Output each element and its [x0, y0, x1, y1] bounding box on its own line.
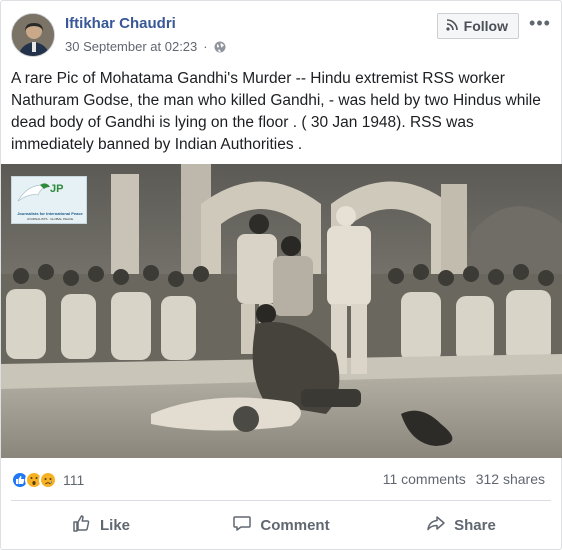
- logo-text: JP: [50, 183, 64, 195]
- follow-label: Follow: [463, 18, 508, 34]
- post-caption: A rare Pic of Mohatama Gandhi's Murder -…: [11, 70, 541, 153]
- share-label: Share: [454, 516, 496, 534]
- logo-subtitle-2: JOURNALISTS · GLOBAL PEACE: [26, 217, 74, 221]
- share-icon: [426, 513, 446, 537]
- sad-icon: [39, 471, 57, 489]
- author-avatar[interactable]: [11, 13, 55, 57]
- rss-icon: [446, 18, 458, 34]
- post-meta: 30 September at 02:23 ·: [65, 39, 226, 54]
- comment-label: Comment: [260, 516, 330, 534]
- globe-icon[interactable]: [214, 41, 226, 53]
- share-button[interactable]: Share: [371, 509, 551, 541]
- reaction-count: 111: [63, 472, 85, 488]
- shares-count[interactable]: 312 shares: [476, 471, 545, 487]
- like-label: Like: [99, 516, 130, 534]
- more-options-icon[interactable]: •••: [529, 14, 551, 33]
- comment-button[interactable]: Comment: [191, 509, 371, 541]
- watermark-logo: JP Journalists for International Peace J…: [11, 176, 87, 224]
- post-timestamp[interactable]: 30 September at 02:23: [65, 39, 197, 54]
- reactions-summary[interactable]: 111: [11, 471, 84, 489]
- divider: [11, 500, 551, 501]
- logo-subtitle: Journalists for International Peace: [17, 211, 83, 216]
- post-photo[interactable]: JP Journalists for International Peace J…: [1, 164, 562, 458]
- action-bar: Like Comment Share: [11, 509, 551, 541]
- facebook-post: Iftikhar Chaudri 30 September at 02:23 ·…: [0, 0, 562, 550]
- comment-icon: [232, 513, 252, 537]
- thumbs-up-icon: [72, 513, 92, 537]
- follow-button[interactable]: Follow: [436, 13, 519, 39]
- author-name[interactable]: Iftikhar Chaudri: [65, 15, 176, 32]
- post-header: Iftikhar Chaudri 30 September at 02:23 ·…: [11, 11, 551, 61]
- comments-count[interactable]: 11 comments: [383, 471, 466, 487]
- like-button[interactable]: Like: [11, 509, 191, 541]
- engagement-stats: 11 comments 312 shares: [383, 471, 545, 487]
